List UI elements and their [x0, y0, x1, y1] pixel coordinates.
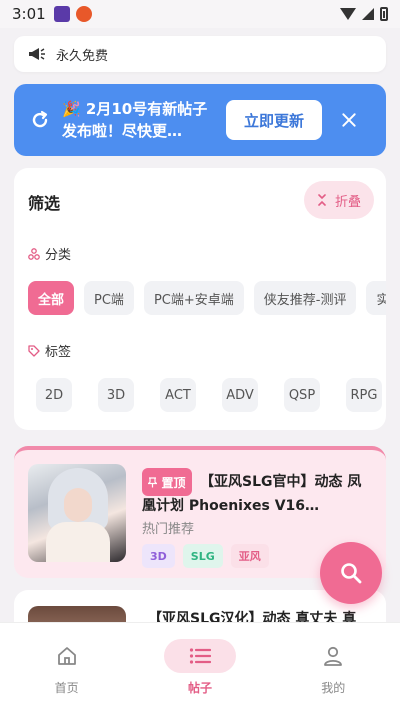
tag-chip[interactable]: RPG	[346, 378, 382, 412]
update-message: 🎉 2月10号有新帖子发布啦！尽快更…	[62, 100, 208, 140]
post-tags: 3D SLG 亚风	[142, 544, 269, 568]
collapse-button[interactable]: 折叠	[304, 181, 374, 219]
pinned-label: 置顶	[161, 475, 186, 490]
post-subtitle: 热门推荐	[142, 522, 195, 537]
nav-profile[interactable]: 我的	[288, 639, 378, 696]
category-chip[interactable]: PC端	[84, 281, 134, 315]
signal-icon	[362, 8, 374, 20]
user-icon	[324, 646, 343, 666]
tag-chip[interactable]: 3D	[98, 378, 134, 412]
update-now-button[interactable]: 立即更新	[226, 100, 322, 140]
category-chip[interactable]: 全部	[28, 281, 75, 315]
category-label: 分类	[45, 248, 72, 263]
home-icon	[57, 647, 76, 665]
tag-section-label: 标签	[28, 341, 71, 360]
tag-chip[interactable]: ADV	[222, 378, 258, 412]
announcement-bar[interactable]: 永久免费	[14, 36, 386, 72]
tag-icon	[28, 344, 40, 357]
search-button[interactable]	[320, 542, 382, 604]
search-icon	[341, 563, 362, 584]
list-icon	[189, 648, 211, 664]
update-banner: 🎉 2月10号有新帖子发布啦！尽快更… 立即更新	[14, 84, 386, 156]
status-bar: 3:01	[0, 0, 400, 28]
nav-home[interactable]: 首页	[22, 639, 112, 696]
announcement-text: 永久免费	[56, 48, 109, 64]
category-chip[interactable]: 实	[366, 281, 386, 315]
nav-posts-label: 帖子	[187, 681, 212, 695]
filter-title: 筛选	[28, 194, 61, 213]
megaphone-icon	[29, 48, 45, 60]
pin-icon	[148, 476, 158, 487]
post-tag: 3D	[142, 544, 175, 568]
post-tag: SLG	[182, 544, 223, 568]
status-time: 3:01	[12, 5, 46, 23]
post-tag: 亚风	[230, 544, 269, 568]
wifi-icon	[340, 8, 356, 20]
category-chip[interactable]: PC端+安卓端	[143, 281, 244, 315]
battery-icon	[380, 7, 388, 21]
status-indicators	[340, 7, 388, 21]
tag-chip[interactable]: QSP	[284, 378, 320, 412]
post-title-line2: 凰计划 Phoenixes V16…	[142, 498, 320, 514]
refresh-icon	[32, 110, 48, 128]
nav-profile-label: 我的	[321, 681, 346, 695]
category-section-label: 分类	[28, 244, 71, 263]
tag-label: 标签	[45, 345, 72, 360]
nav-home-label: 首页	[54, 681, 79, 695]
close-icon[interactable]	[340, 111, 358, 129]
category-icon	[28, 247, 40, 260]
post-thumbnail	[28, 464, 126, 562]
filter-panel: 筛选 折叠 分类 全部 PC端 PC端+安卓端 侠友推荐-测评实 标签 2D 3D ACT…	[14, 168, 386, 430]
pinned-badge: 置顶	[142, 468, 192, 496]
tag-chip[interactable]: 2D	[36, 378, 72, 412]
tag-chips: 2D 3D ACT ADV QSP RPG	[36, 378, 382, 412]
app-notification-icon	[53, 6, 70, 22]
collapse-icon	[318, 194, 326, 206]
app-notification-icon	[75, 6, 92, 22]
tag-chip[interactable]: ACT	[160, 378, 196, 412]
collapse-label: 折叠	[334, 194, 361, 210]
category-chips: 全部 PC端 PC端+安卓端 侠友推荐-测评实	[28, 281, 386, 315]
category-chip[interactable]: 侠友推荐-测评	[253, 281, 357, 315]
nav-posts[interactable]: 帖子	[155, 639, 245, 696]
post-title: 【亚风SLG官中】动态 凤 凰计划 Phoenixes V16…	[142, 470, 376, 518]
post-title-line1: 【亚风SLG官中】动态 凤	[200, 474, 362, 490]
bottom-navigation: 首页 帖子 我的	[0, 622, 400, 711]
